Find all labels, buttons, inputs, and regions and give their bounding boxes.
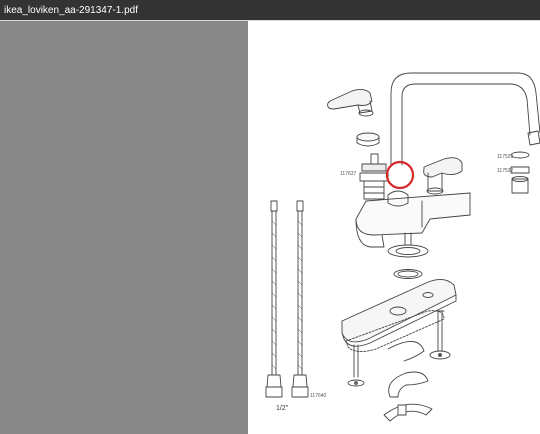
supply-hose-right (291, 200, 309, 398)
left-cartridge (359, 153, 389, 200)
bonnet-nut (356, 132, 380, 147)
pdf-viewer[interactable]: 117637 117529 117532 117640 1/2" (0, 21, 540, 434)
mounting-bolt (435, 310, 445, 358)
right-washer (429, 350, 451, 360)
part-number-label: 117637 (340, 171, 357, 177)
lower-bracket (383, 403, 433, 422)
part-number-label: 117532 (497, 168, 514, 174)
left-lever-handle (327, 88, 374, 117)
viewer-background-pane (0, 21, 248, 434)
mounting-stem (387, 232, 429, 279)
part-number-label: 117529 (497, 154, 514, 160)
pipe-size-label: 1/2" (276, 405, 289, 412)
supply-hose-left (265, 200, 283, 398)
window-title-bar: ikea_loviken_aa-291347-1.pdf (0, 0, 540, 20)
part-number-label: 117640 (310, 393, 327, 399)
document-title: ikea_loviken_aa-291347-1.pdf (4, 4, 138, 16)
faucet-exploded-diagram (265, 72, 540, 422)
horseshoe-clip (387, 341, 429, 398)
spout-illustration (390, 72, 540, 166)
right-lever-handle (423, 157, 463, 195)
aerator-parts (510, 151, 530, 194)
pdf-page[interactable]: 117637 117529 117532 117640 1/2" (248, 21, 540, 434)
highlight-circle (385, 160, 415, 190)
